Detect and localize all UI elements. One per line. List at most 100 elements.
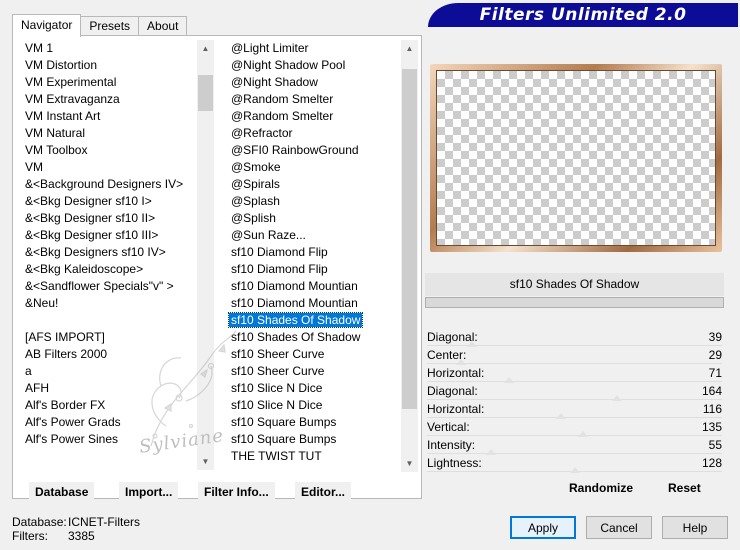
category-item-label: VM Distortion [25, 58, 98, 72]
filter-item[interactable]: sf10 Shades Of Shadow [227, 329, 403, 346]
randomize-button[interactable]: Randomize [563, 478, 640, 498]
filter-item-label: @Spirals [231, 177, 280, 191]
category-item[interactable]: &Neu! [21, 295, 207, 312]
category-item[interactable]: VM Toolbox [21, 142, 207, 159]
scroll-down-arrow-icon[interactable]: ▼ [401, 455, 418, 472]
filter-item-label: sf10 Diamond Flip [231, 262, 328, 276]
filter-scroll-thumb[interactable] [402, 68, 417, 409]
filter-item-label: @Night Shadow Pool [231, 58, 346, 72]
category-item-label: VM [25, 160, 43, 174]
filter-item[interactable]: sf10 Sheer Curve [227, 346, 403, 363]
parameter-slider[interactable]: Intensity: 55 [425, 436, 724, 455]
filter-scrollbar[interactable]: ▲ ▼ [401, 40, 418, 472]
parameter-value: 116 [702, 402, 722, 416]
category-item[interactable]: VM Distortion [21, 57, 207, 74]
filter-item[interactable]: @Spirals [227, 176, 403, 193]
category-item-label: a [25, 364, 32, 378]
tab-navigator[interactable]: Navigator [12, 14, 82, 37]
category-item-label: &<Bkg Kaleidoscope> [25, 262, 144, 276]
filter-item[interactable]: sf10 Diamond Flip [227, 244, 403, 261]
filter-item[interactable]: sf10 Shades Of Shadow [227, 312, 403, 329]
filter-item-label: THE TWIST TUT [231, 449, 322, 463]
parameter-label: Lightness: [427, 456, 482, 470]
category-item-label: AB Filters 2000 [25, 347, 108, 361]
parameter-slider[interactable]: Center: 29 [425, 346, 724, 365]
scroll-up-arrow-icon[interactable]: ▲ [401, 40, 418, 57]
parameter-slider[interactable]: Diagonal: 164 [425, 382, 724, 401]
filter-item[interactable]: THE TWIST TUT [227, 448, 403, 465]
filter-item-label: sf10 Shades Of Shadow [227, 312, 364, 328]
filter-item[interactable]: @Random Smelter [227, 108, 403, 125]
filter-item[interactable]: sf10 Square Bumps [227, 431, 403, 448]
category-item[interactable]: VM Instant Art [21, 108, 207, 125]
cancel-button[interactable]: Cancel [586, 516, 652, 539]
filter-list[interactable]: @Light Limiter @Night Shadow Pool @Night S… [227, 40, 403, 472]
slider-thumb-icon[interactable] [570, 467, 581, 473]
apply-button[interactable]: Apply [510, 516, 576, 539]
category-item-label: &<Sandflower Specials"v" > [25, 279, 174, 293]
filter-info-button[interactable]: Filter Info... [198, 482, 275, 502]
filter-item[interactable]: @Refractor [227, 125, 403, 142]
category-item[interactable]: VM [21, 159, 207, 176]
category-item[interactable]: &<Background Designers IV> [21, 176, 207, 193]
filter-item[interactable]: @Light Limiter [227, 40, 403, 57]
filter-item[interactable]: @Sun Raze... [227, 227, 403, 244]
category-item-label: &<Bkg Designer sf10 I> [25, 194, 152, 208]
filter-item[interactable]: @Night Shadow [227, 74, 403, 91]
category-item-label: AFH [25, 381, 49, 395]
category-item[interactable]: &<Bkg Designer sf10 II> [21, 210, 207, 227]
category-item-label: [AFS IMPORT] [25, 330, 105, 344]
filter-item-label: sf10 Slice N Dice [231, 381, 323, 395]
filter-item-label: sf10 Square Bumps [231, 415, 337, 429]
filter-item[interactable]: sf10 Diamond Mountian [227, 295, 403, 312]
parameter-value: 29 [708, 348, 722, 362]
category-item[interactable]: VM Extravaganza [21, 91, 207, 108]
filter-item[interactable]: @Splish [227, 210, 403, 227]
category-item[interactable]: &<Bkg Designer sf10 I> [21, 193, 207, 210]
category-item[interactable]: VM Natural [21, 125, 207, 142]
category-item-label: &<Bkg Designer sf10 II> [25, 211, 156, 225]
filter-item[interactable]: @SFI0 RainbowGround [227, 142, 403, 159]
filter-item[interactable]: @Random Smelter [227, 91, 403, 108]
parameter-label: Intensity: [427, 438, 476, 452]
parameter-slider[interactable]: Vertical: 135 [425, 418, 724, 437]
app-title: Filters Unlimited 2.0 [479, 5, 687, 25]
tab-presets[interactable]: Presets [80, 16, 140, 36]
category-item[interactable]: VM Experimental [21, 74, 207, 91]
help-button[interactable]: Help [662, 516, 728, 539]
filter-item[interactable]: @Splash [227, 193, 403, 210]
parameter-slider[interactable]: Lightness: 128 [425, 454, 724, 473]
category-item[interactable]: VM 1 [21, 40, 207, 57]
status-info: Database:ICNET-Filters Filters: 3385 [12, 515, 140, 543]
filter-item-label: @Splash [231, 194, 280, 208]
parameter-slider[interactable]: Diagonal: 39 [425, 328, 724, 347]
category-item-label: Alf's Power Sines [25, 432, 118, 446]
filter-item[interactable]: sf10 Square Bumps [227, 414, 403, 431]
filter-item[interactable]: sf10 Sheer Curve [227, 363, 403, 380]
tab-about[interactable]: About [138, 16, 188, 36]
filter-item[interactable]: sf10 Slice N Dice [227, 397, 403, 414]
category-scroll-thumb[interactable] [198, 75, 213, 111]
filter-item-label: @Smoke [231, 160, 281, 174]
filter-title: sf10 Shades Of Shadow [425, 273, 724, 296]
navigator-button-row: Database Import... Filter Info... Editor… [17, 482, 417, 504]
filter-item[interactable]: sf10 Diamond Flip [227, 261, 403, 278]
category-item[interactable]: &<Bkg Designers sf10 IV> [21, 244, 207, 261]
filter-item[interactable]: sf10 Slice N Dice [227, 380, 403, 397]
preview-image[interactable] [430, 64, 722, 252]
scroll-up-arrow-icon[interactable]: ▲ [197, 40, 214, 57]
filter-item[interactable]: sf10 Diamond Mountian [227, 278, 403, 295]
category-item[interactable]: &<Bkg Designer sf10 III> [21, 227, 207, 244]
parameter-slider[interactable]: Horizontal: 116 [425, 400, 724, 419]
filter-item-label: @Random Smelter [231, 109, 334, 123]
category-item[interactable]: &<Sandflower Specials"v" > [21, 278, 207, 295]
database-button[interactable]: Database [29, 482, 95, 502]
category-item[interactable]: &<Bkg Kaleidoscope> [21, 261, 207, 278]
navigator-panel: VM 1 VM Distortion VM Experimental VM Extra… [12, 35, 422, 502]
filter-item[interactable]: @Smoke [227, 159, 403, 176]
parameter-slider[interactable]: Horizontal: 71 [425, 364, 724, 383]
reset-button[interactable]: Reset [662, 478, 707, 498]
editor-button[interactable]: Editor... [295, 482, 352, 502]
filter-item[interactable]: @Night Shadow Pool [227, 57, 403, 74]
import-button[interactable]: Import... [119, 482, 179, 502]
